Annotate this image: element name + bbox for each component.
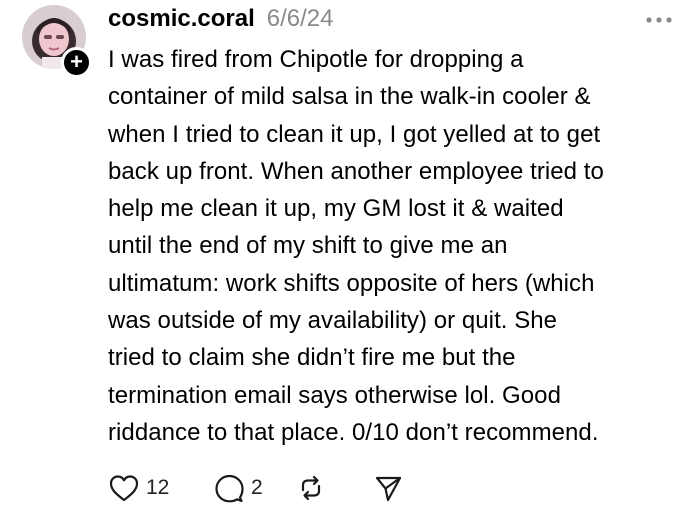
post-body-line: was outside of my availability) or quit.…	[108, 307, 558, 335]
more-horizontal-icon	[646, 17, 672, 23]
post-header: cosmic.coral 6/6/24	[108, 5, 333, 37]
share-button[interactable]	[373, 473, 403, 503]
heart-icon	[109, 475, 139, 502]
post-date: 6/6/24	[266, 5, 334, 32]
repost-icon	[301, 475, 321, 501]
post-body-line: until the end of my shift to give me an	[108, 232, 508, 260]
avatar-container: +	[22, 5, 92, 78]
send-icon	[375, 476, 402, 502]
reply-count: 2	[251, 476, 263, 499]
post-body-line: termination email says otherwise lol. Go…	[108, 381, 561, 409]
follow-button[interactable]: +	[61, 47, 92, 78]
post-body-line: riddance to that place. 0/10 don’t recom…	[108, 418, 599, 446]
post-body-line: ultimatum: work shifts opposite of hers …	[108, 269, 595, 297]
post-body-line: when I tried to clean it up, I got yelle…	[108, 120, 601, 148]
more-options-button[interactable]	[644, 12, 674, 28]
comment-bubble-icon	[215, 474, 244, 503]
like-count: 12	[146, 476, 170, 499]
post-body: I was fired from Chipotle for dropping a…	[108, 41, 693, 451]
action-bar: 12 2	[108, 470, 403, 506]
post-body-line: container of mild salsa in the walk-in c…	[108, 83, 591, 111]
like-button[interactable]: 12	[108, 473, 204, 503]
username-link[interactable]: cosmic.coral	[108, 5, 255, 33]
post-body-line: help me clean it up, my GM lost it & wai…	[108, 195, 564, 223]
post-body-line: tried to claim she didn’t fire me but th…	[108, 344, 516, 372]
post-body-line: I was fired from Chipotle for dropping a	[108, 46, 524, 73]
post-body-line: back up front. When another employee tri…	[108, 157, 604, 185]
reply-button[interactable]: 2	[213, 472, 296, 504]
repost-button[interactable]	[296, 473, 373, 503]
threads-post: + cosmic.coral 6/6/24 I was fired from C…	[0, 0, 700, 511]
